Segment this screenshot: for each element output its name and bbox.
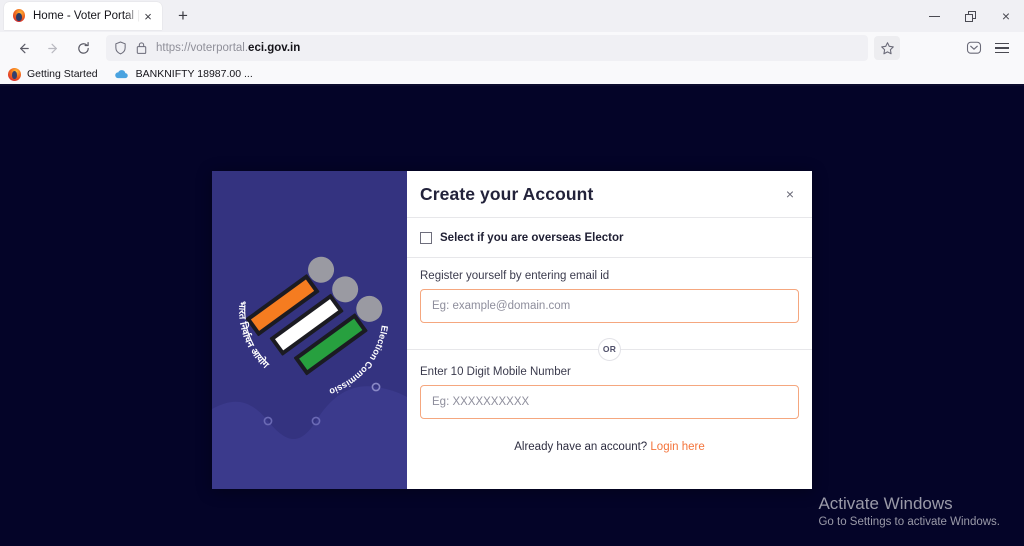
windows-activation-watermark: Activate Windows Go to Settings to activ…	[818, 493, 1000, 528]
overseas-elector-label: Select if you are overseas Elector	[440, 231, 624, 244]
browser-tab[interactable]: Home - Voter Portal | Election C ×	[4, 2, 162, 30]
bookmark-item-getting-started[interactable]: Getting Started	[8, 67, 98, 81]
election-commission-of-india-logo: भारत निर्वाचन आयोग Election Commission o…	[212, 171, 407, 489]
wave-decoration	[212, 386, 407, 489]
bookmark-item-banknifty[interactable]: BANKNIFTY 18987.00 ...	[114, 68, 253, 81]
close-window-icon[interactable]: ×	[988, 0, 1024, 32]
bookmark-label: BANKNIFTY 18987.00 ...	[135, 68, 253, 80]
mobile-input[interactable]	[420, 385, 799, 419]
login-here-link[interactable]: Login here	[650, 441, 704, 453]
back-icon[interactable]	[8, 34, 38, 62]
bookmark-label: Getting Started	[27, 68, 98, 80]
lock-icon[interactable]	[136, 41, 147, 55]
tab-title: Home - Voter Portal | Election C	[33, 10, 140, 22]
firefox-icon	[8, 67, 21, 81]
window-controls: ×	[916, 0, 1024, 32]
url-text: https://voterportal.eci.gov.in	[156, 42, 300, 54]
url-domain: eci.gov.in	[248, 42, 301, 54]
bookmarks-toolbar: Getting Started BANKNIFTY 18987.00 ...	[0, 64, 1024, 86]
form-body: Register yourself by entering email id O…	[407, 258, 812, 489]
star-icon[interactable]	[874, 36, 900, 60]
cloud-icon	[114, 68, 129, 81]
login-prompt-text: Already have an account?	[514, 441, 648, 453]
page-title: Create your Account	[420, 183, 594, 204]
browser-chrome: Home - Voter Portal | Election C × + ×	[0, 0, 1024, 86]
or-badge: OR	[598, 337, 621, 361]
create-account-modal: भारत निर्वाचन आयोग Election Commission o…	[212, 171, 812, 489]
hamburger-icon[interactable]	[988, 35, 1016, 61]
tab-strip: Home - Voter Portal | Election C × + ×	[0, 0, 1024, 32]
overseas-elector-checkbox[interactable]	[420, 231, 432, 244]
email-field-label: Register yourself by entering email id	[420, 270, 610, 282]
firefox-icon	[12, 9, 26, 23]
watermark-title: Activate Windows	[818, 494, 953, 514]
close-tab-icon[interactable]: ×	[140, 8, 156, 24]
pocket-icon[interactable]	[960, 35, 988, 61]
signup-form-panel: Create your Account × Select if you are …	[407, 171, 812, 489]
login-prompt-row: Already have an account? Login here	[420, 419, 799, 453]
or-divider: OR	[407, 332, 812, 366]
new-tab-button[interactable]: +	[168, 2, 198, 30]
email-input[interactable]	[420, 289, 799, 323]
reload-icon[interactable]	[68, 34, 98, 62]
mobile-field-label: Enter 10 Digit Mobile Number	[420, 366, 571, 378]
minimize-icon[interactable]	[916, 0, 952, 32]
brand-panel: भारत निर्वाचन आयोग Election Commission o…	[212, 171, 407, 489]
restore-icon[interactable]	[952, 0, 988, 32]
forward-icon[interactable]	[38, 34, 68, 62]
navigation-toolbar: https://voterportal.eci.gov.in	[0, 32, 1024, 64]
page-content: भारत निर्वाचन आयोग Election Commission o…	[0, 86, 1024, 544]
close-icon[interactable]: ×	[782, 184, 798, 204]
url-bar[interactable]: https://voterportal.eci.gov.in	[106, 35, 868, 61]
shield-icon[interactable]	[114, 41, 127, 55]
url-prefix: https://voterportal.	[156, 42, 249, 54]
watermark-subtitle: Go to Settings to activate Windows.	[818, 516, 1000, 528]
overseas-elector-row[interactable]: Select if you are overseas Elector	[407, 218, 812, 258]
modal-header: Create your Account ×	[407, 171, 812, 218]
